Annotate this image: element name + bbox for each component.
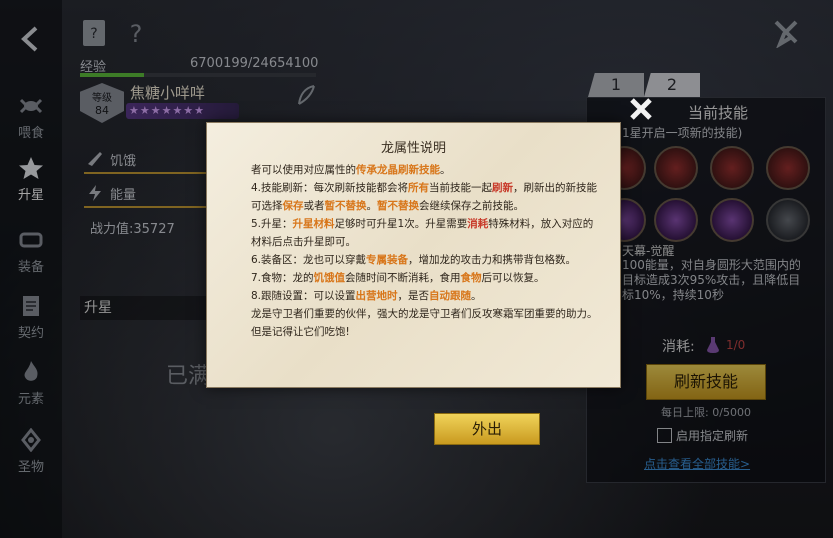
- dialog-line: 8.跟随设置：可以设置出营地时，是否自动跟随。: [251, 290, 482, 302]
- go-out-button[interactable]: 外出: [434, 413, 540, 445]
- dialog-line: 龙是守卫者们重要的伙伴，强大的龙是守卫者们反攻寒霜军团重要的助力。但是记得让它们…: [251, 308, 598, 338]
- dialog-body: 者可以使用对应属性的传承龙晶刷新技能。 4.技能刷新：每次刷新技能都会将所有当前…: [251, 161, 599, 377]
- dialog-line: 7.食物：龙的饥饿值会随时间不断消耗，食用食物后可以恢复。: [251, 272, 545, 284]
- dialog-line: 4.技能刷新：每次刷新技能都会将所有当前技能一起刷新，刷新出的新技能可选择保存或…: [251, 182, 598, 212]
- dialog-line: 者可以使用对应属性的传承龙晶刷新技能。: [251, 164, 451, 176]
- dialog-line: 6.装备区：龙也可以穿戴专属装备，增加龙的攻击力和携带背包格数。: [251, 254, 577, 266]
- dialog-line: 5.升星：升星材料足够时可升星1次。升星需要消耗特殊材料，放入对应的材料后点击升…: [251, 218, 594, 248]
- dialog-title: 龙属性说明: [380, 141, 446, 156]
- dragon-attributes-dialog: 龙属性说明 者可以使用对应属性的传承龙晶刷新技能。 4.技能刷新：每次刷新技能都…: [206, 122, 621, 388]
- close-icon[interactable]: [628, 96, 654, 122]
